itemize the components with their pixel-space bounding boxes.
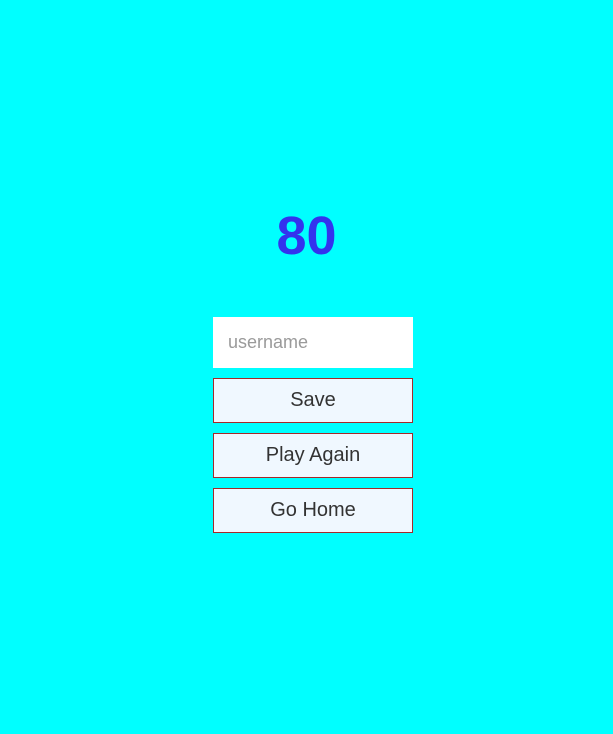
save-button[interactable]: Save [213,378,413,423]
username-input[interactable] [213,317,413,368]
go-home-button[interactable]: Go Home [213,488,413,533]
play-again-button[interactable]: Play Again [213,433,413,478]
final-score: 80 [276,206,337,266]
save-score-form: Save Play Again Go Home [213,317,413,533]
